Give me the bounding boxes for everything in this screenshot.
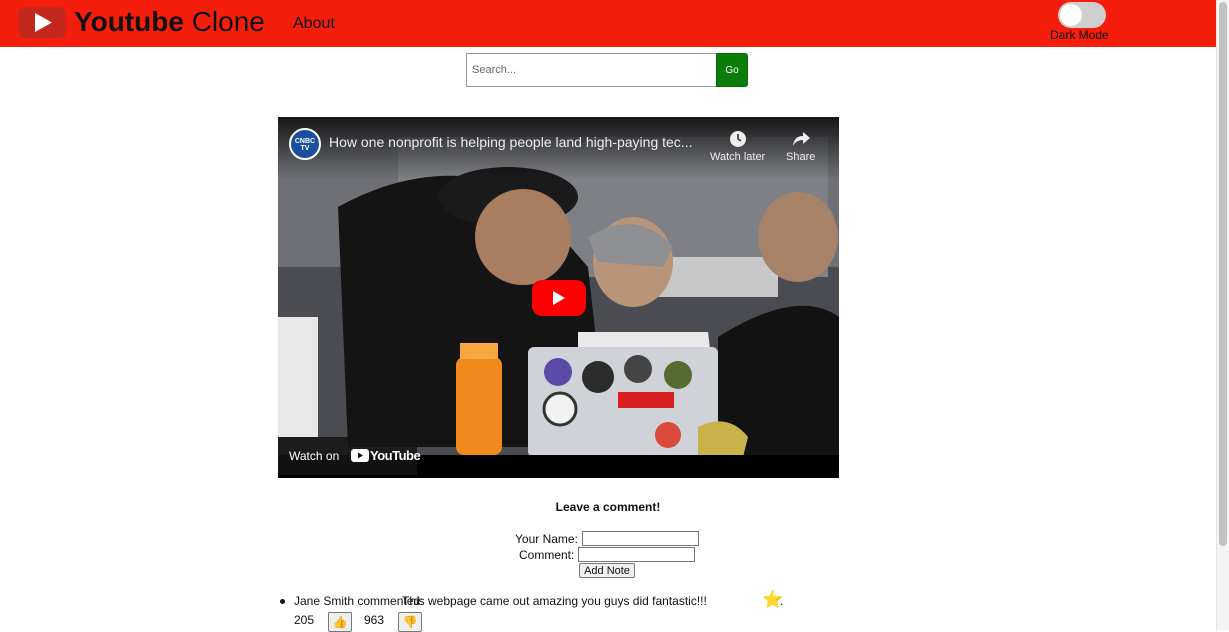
- thumbs-up-icon: 👍: [332, 615, 348, 629]
- comment-text: This webpage came out amazing you guys d…: [402, 594, 707, 608]
- name-label: Your Name:: [515, 532, 578, 546]
- add-note-button[interactable]: Add Note: [579, 563, 635, 578]
- dark-mode-toggle[interactable]: [1058, 2, 1106, 28]
- scrollbar-thumb[interactable]: [1219, 2, 1227, 546]
- thumbs-down-icon: 👎: [402, 615, 418, 629]
- comment-period: .: [780, 594, 784, 608]
- site-brand[interactable]: Youtube Clone: [74, 5, 265, 39]
- channel-avatar[interactable]: CNBC TV: [289, 128, 321, 160]
- youtube-wordmark: YouTube: [370, 448, 421, 463]
- list-bullet: [280, 599, 285, 604]
- dislike-count: 963: [364, 613, 385, 627]
- search-go-button[interactable]: Go: [716, 53, 748, 87]
- watch-later-button[interactable]: Watch later: [710, 129, 765, 163]
- toggle-knob: [1060, 4, 1082, 26]
- dark-mode-label: Dark Mode: [1050, 28, 1109, 42]
- name-input[interactable]: [582, 531, 699, 546]
- nav-about-link[interactable]: About: [293, 15, 335, 33]
- channel-avatar-text: CNBC TV: [294, 138, 316, 152]
- play-button[interactable]: [532, 280, 586, 316]
- video-title[interactable]: How one nonprofit is helping people land…: [329, 134, 709, 150]
- like-button[interactable]: 👍: [328, 612, 352, 632]
- dislike-button[interactable]: 👎: [398, 612, 422, 632]
- youtube-play-icon: [351, 449, 369, 467]
- comment-input[interactable]: [578, 547, 695, 562]
- share-label: Share: [786, 151, 816, 163]
- comment-heading: Leave a comment!: [555, 500, 661, 514]
- embedded-video-player[interactable]: CNBC TV How one nonprofit is helping peo…: [278, 117, 839, 478]
- top-header: Youtube Clone About Dark Mode: [0, 0, 1216, 47]
- clock-icon: [710, 129, 765, 151]
- search-input[interactable]: [466, 53, 716, 87]
- brand-rest: Clone: [183, 6, 265, 37]
- page-scrollbar[interactable]: [1216, 0, 1229, 630]
- watch-on-youtube-link[interactable]: Watch on YouTube: [278, 437, 421, 475]
- comment-label: Comment:: [519, 548, 575, 562]
- watch-later-label: Watch later: [710, 151, 766, 163]
- share-button[interactable]: Share: [786, 129, 815, 163]
- youtube-logo-icon[interactable]: [18, 7, 66, 38]
- watch-on-label: Watch on: [289, 449, 340, 463]
- share-arrow-icon: [786, 129, 815, 151]
- brand-bold: Youtube: [74, 6, 184, 37]
- like-count: 205: [294, 613, 315, 627]
